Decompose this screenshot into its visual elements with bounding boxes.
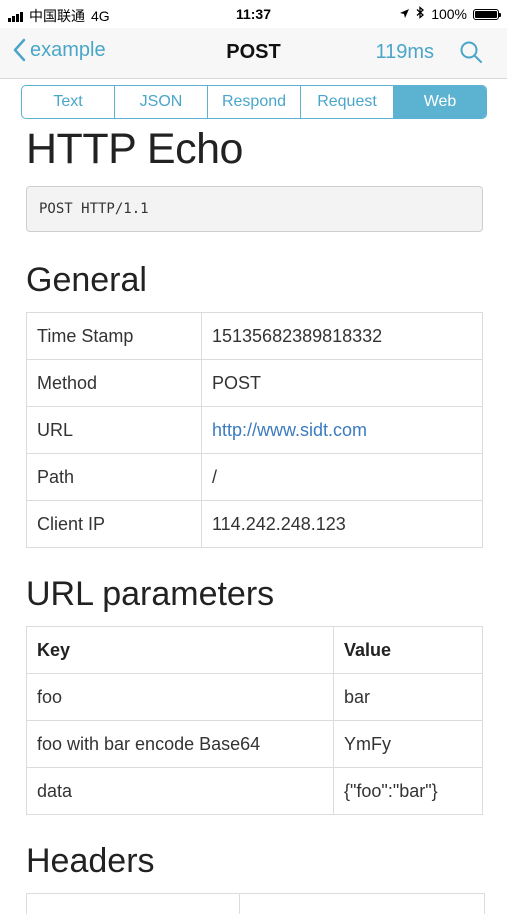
table-row: foo with bar encode Base64 YmFy — [26, 720, 483, 768]
general-value: http://www.sidt.com — [201, 406, 483, 454]
table-row: Client IP 114.242.248.123 — [26, 500, 483, 548]
location-icon — [399, 6, 410, 22]
table-row: foo bar — [26, 673, 483, 721]
search-button[interactable] — [459, 40, 483, 69]
tab-web[interactable]: Web — [394, 86, 486, 118]
table-header-row: Key Value — [26, 626, 483, 674]
table-row: URL http://www.sidt.com — [26, 406, 483, 454]
table-row: Path / — [26, 453, 483, 501]
view-tabs: Text JSON Respond Request Web — [21, 85, 487, 119]
general-key: URL — [26, 406, 202, 454]
table-row: data {"foo":"bar"} — [26, 767, 483, 815]
general-value: / — [201, 453, 483, 501]
tab-json[interactable]: JSON — [115, 86, 208, 118]
general-key: Method — [26, 359, 202, 407]
general-value: 114.242.248.123 — [201, 500, 483, 548]
headers-heading: Headers — [26, 842, 155, 880]
param-value: bar — [333, 673, 483, 721]
page-title: HTTP Echo — [26, 125, 243, 173]
column-header-key: Key — [26, 626, 334, 674]
headers-table — [26, 893, 485, 914]
url-parameters-heading: URL parameters — [26, 575, 275, 613]
search-icon — [460, 41, 482, 63]
battery-percent: 100% — [431, 6, 467, 22]
status-bar: 中国联通 4G 11:37 100% — [0, 0, 507, 28]
param-key: foo with bar encode Base64 — [26, 720, 334, 768]
tab-text[interactable]: Text — [22, 86, 115, 118]
general-table: Time Stamp 15135682389818332 Method POST… — [26, 312, 483, 548]
general-value: 15135682389818332 — [201, 312, 483, 360]
battery-fill — [475, 10, 497, 18]
tab-request[interactable]: Request — [301, 86, 394, 118]
battery-icon — [473, 8, 501, 20]
general-value: POST — [201, 359, 483, 407]
param-key: foo — [26, 673, 334, 721]
param-value: {"foo":"bar"} — [333, 767, 483, 815]
column-header-value: Value — [333, 626, 483, 674]
general-key: Client IP — [26, 500, 202, 548]
url-link[interactable]: http://www.sidt.com — [212, 420, 367, 440]
tab-respond[interactable]: Respond — [208, 86, 301, 118]
status-right: 100% — [399, 6, 501, 22]
param-key: data — [26, 767, 334, 815]
param-value: YmFy — [333, 720, 483, 768]
general-heading: General — [26, 261, 147, 299]
table-row: Time Stamp 15135682389818332 — [26, 312, 483, 360]
web-content: HTTP Echo POST HTTP/1.1 General Time Sta… — [26, 124, 485, 914]
request-line: POST HTTP/1.1 — [26, 186, 483, 232]
table-row: Method POST — [26, 359, 483, 407]
general-key: Path — [26, 453, 202, 501]
response-time: 119ms — [375, 41, 434, 63]
bluetooth-icon — [416, 6, 425, 22]
url-parameters-table: Key Value foo bar foo with bar encode Ba… — [26, 626, 483, 815]
navigation-bar: example POST 119ms — [0, 28, 507, 79]
general-key: Time Stamp — [26, 312, 202, 360]
